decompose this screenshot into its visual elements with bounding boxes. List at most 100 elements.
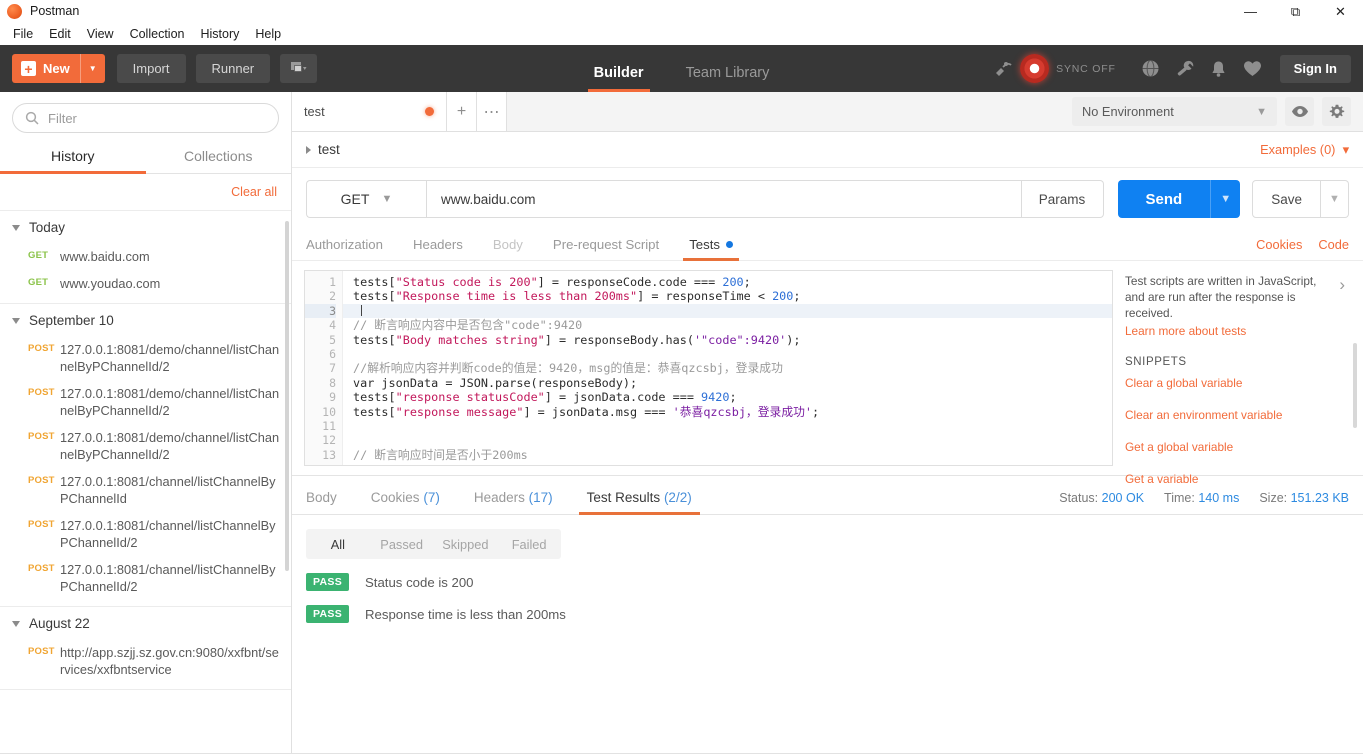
request-tab-test[interactable]: test: [292, 92, 447, 131]
method-select[interactable]: GET ▼: [306, 180, 426, 218]
response-tab-cookies[interactable]: Cookies (7): [371, 490, 440, 514]
editor-line-number: 13: [322, 447, 336, 462]
status-badge: PASS: [306, 573, 350, 591]
method-badge: POST: [28, 519, 55, 530]
filter-all[interactable]: All: [306, 537, 370, 552]
maximize-icon[interactable]: ⧉: [1273, 0, 1318, 22]
history-item[interactable]: POST 127.0.0.1:8081/demo/channel/listCha…: [0, 424, 291, 468]
save-button[interactable]: Save: [1252, 180, 1321, 218]
editor-code-area[interactable]: tests["Status code is 200"] = responseCo…: [343, 271, 1112, 465]
import-button[interactable]: Import: [116, 54, 186, 83]
history-item[interactable]: POST 127.0.0.1:8081/channel/listChannelB…: [0, 512, 291, 556]
tab-pre-request-script[interactable]: Pre-request Script: [553, 237, 659, 260]
runner-button[interactable]: Runner: [195, 54, 271, 83]
sidebar-scrollbar[interactable]: [285, 221, 289, 571]
response-tab-headers[interactable]: Headers (17): [474, 490, 553, 514]
globe-icon[interactable]: [1134, 52, 1168, 86]
editor-code-line: tests["response statusCode"] = jsonData.…: [353, 390, 737, 405]
tab-options-button[interactable]: ⋯: [477, 92, 507, 131]
tab-team-library[interactable]: Team Library: [686, 65, 770, 92]
history-group-header[interactable]: Today: [0, 211, 291, 243]
history-item[interactable]: POST 127.0.0.1:8081/demo/channel/listCha…: [0, 336, 291, 380]
new-window-button[interactable]: [280, 54, 318, 83]
test-result-name: Response time is less than 200ms: [365, 606, 566, 622]
sidebar-tab-history[interactable]: History: [0, 142, 146, 174]
chevron-down-icon: ▼: [1256, 105, 1267, 118]
menu-item-help[interactable]: Help: [247, 25, 289, 43]
history-item[interactable]: POST 127.0.0.1:8081/channel/listChannelB…: [0, 468, 291, 512]
tab-authorization[interactable]: Authorization: [306, 237, 383, 260]
response-tab-test-results[interactable]: Test Results (2/2): [578, 490, 700, 515]
sign-in-button[interactable]: Sign In: [1279, 54, 1351, 83]
history-item[interactable]: POST 127.0.0.1:8081/channel/listChannelB…: [0, 556, 291, 600]
chevron-down-icon: [12, 620, 20, 627]
send-button[interactable]: Send: [1117, 180, 1211, 218]
close-icon[interactable]: ✕: [1318, 0, 1363, 22]
minimize-icon[interactable]: —: [1228, 0, 1273, 22]
test-result-row: PASS Status code is 200: [292, 559, 1363, 591]
snippet-get-global-variable[interactable]: Get a global variable: [1125, 440, 1363, 454]
breadcrumb-item[interactable]: test: [306, 142, 340, 157]
status-value: 200 OK: [1101, 491, 1145, 505]
menu-item-history[interactable]: History: [192, 25, 247, 43]
heart-icon[interactable]: [1236, 52, 1270, 86]
gear-icon[interactable]: [1322, 97, 1351, 126]
tab-builder[interactable]: Builder: [587, 65, 650, 92]
windows-stack-icon: [291, 62, 307, 72]
history-group-header[interactable]: September 10: [0, 304, 291, 336]
eye-icon[interactable]: [1285, 97, 1314, 126]
cookies-link[interactable]: Cookies: [1256, 237, 1302, 252]
time-value: 140 ms: [1198, 491, 1240, 505]
status-stat: Status: 200 OK: [1059, 491, 1144, 505]
tab-tests[interactable]: Tests: [683, 237, 739, 261]
search-input[interactable]: Filter: [12, 103, 279, 133]
response-tab-label: Headers: [473, 490, 525, 505]
history-list[interactable]: Today GET www.baidu.com GET www.youdao.c…: [0, 211, 291, 753]
history-item[interactable]: POST 127.0.0.1:8081/demo/channel/listCha…: [0, 380, 291, 424]
menu-item-view[interactable]: View: [79, 25, 122, 43]
editor-line-number: 6: [329, 346, 336, 361]
chevron-right-icon[interactable]: ›: [1339, 275, 1345, 295]
size-label: Size:: [1259, 491, 1288, 505]
snippet-clear-global-variable[interactable]: Clear a global variable: [1125, 376, 1363, 390]
menu-item-collection[interactable]: Collection: [122, 25, 193, 43]
editor-line-number: 8: [329, 375, 336, 390]
url-input[interactable]: www.baidu.com: [426, 180, 1022, 218]
menu-item-file[interactable]: File: [5, 25, 41, 43]
satellite-icon[interactable]: [986, 52, 1020, 86]
send-options-caret[interactable]: ▼: [1210, 180, 1241, 218]
new-tab-button[interactable]: +: [447, 92, 477, 131]
history-item[interactable]: GET www.baidu.com: [0, 243, 291, 270]
params-button[interactable]: Params: [1021, 180, 1104, 218]
history-item[interactable]: POST http://app.szjj.sz.gov.cn:9080/xxfb…: [0, 639, 291, 683]
filter-failed[interactable]: Failed: [497, 537, 561, 552]
examples-button[interactable]: Examples (0) ▾: [1260, 142, 1349, 158]
new-button[interactable]: + New ▼: [12, 54, 105, 83]
sidebar-tab-collections[interactable]: Collections: [146, 142, 292, 173]
sync-label: SYNC OFF: [1056, 62, 1116, 75]
breadcrumb: test Examples (0) ▾: [292, 132, 1363, 168]
code-link[interactable]: Code: [1318, 237, 1349, 252]
history-group-header[interactable]: August 22: [0, 607, 291, 639]
history-item[interactable]: GET www.youdao.com: [0, 270, 291, 297]
url-input-value: www.baidu.com: [441, 191, 536, 207]
filter-skipped[interactable]: Skipped: [434, 537, 498, 552]
bell-icon[interactable]: [1202, 52, 1236, 86]
wrench-icon[interactable]: [1168, 52, 1202, 86]
editor-code-line: // 断言响应内容中是否包含"code":9420: [353, 318, 583, 333]
snippet-get-variable[interactable]: Get a variable: [1125, 472, 1363, 486]
sync-status-icon[interactable]: [1020, 54, 1050, 83]
learn-more-link[interactable]: Learn more about tests: [1125, 324, 1363, 338]
response-tab-body[interactable]: Body: [306, 490, 337, 514]
tab-body[interactable]: Body: [493, 237, 523, 260]
clear-all-button[interactable]: Clear all: [231, 185, 277, 199]
snippet-clear-environment-variable[interactable]: Clear an environment variable: [1125, 408, 1363, 422]
new-button-caret[interactable]: ▼: [79, 54, 105, 83]
snippets-scrollbar[interactable]: [1353, 343, 1357, 428]
tests-code-editor[interactable]: 1 2 3 4 5 6 7 8 9 10 11 12 13 tests["Status code is …: [304, 270, 1113, 466]
menu-item-edit[interactable]: Edit: [41, 25, 79, 43]
tab-headers[interactable]: Headers: [413, 237, 463, 260]
filter-passed[interactable]: Passed: [370, 537, 434, 552]
save-options-caret[interactable]: ▼: [1321, 180, 1349, 218]
environment-select[interactable]: No Environment ▼: [1072, 97, 1277, 126]
